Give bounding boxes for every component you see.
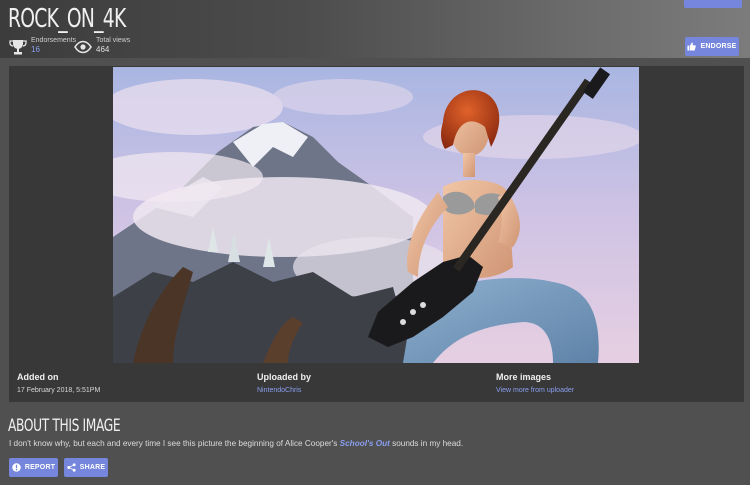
- uploaded-by-label: Uploaded by: [257, 372, 312, 382]
- eye-icon: [74, 40, 92, 54]
- views-label: Total views: [96, 37, 131, 44]
- endorse-label: ENDORSE: [700, 43, 737, 50]
- uploader-info: Uploaded by NintendoChris: [257, 372, 311, 394]
- report-button[interactable]: REPORT: [9, 458, 58, 477]
- views-stat: Total views 464: [74, 37, 130, 56]
- report-label: REPORT: [24, 464, 56, 471]
- share-label: SHARE: [79, 464, 106, 471]
- added-on-label: Added on: [17, 372, 59, 382]
- endorsements-count: 16: [31, 45, 40, 54]
- screenshot-illustration: [113, 67, 639, 363]
- share-icon: [67, 463, 76, 472]
- description-end: sounds in my head.: [389, 439, 464, 448]
- song-title: School's Out: [339, 439, 390, 448]
- added-on-date: 17 February 2018, 5:51PM: [17, 387, 101, 394]
- about-heading: ABOUT THIS IMAGE: [8, 416, 121, 436]
- more-images-label: More images: [496, 372, 552, 382]
- thumbs-up-icon: [687, 42, 697, 51]
- main-image[interactable]: [113, 67, 639, 363]
- views-count: 464: [96, 45, 110, 54]
- page-title: ROCK_ON_4K: [8, 4, 126, 34]
- endorsements-stat: Endorsements 16: [9, 37, 76, 56]
- endorse-button[interactable]: ENDORSE: [685, 37, 739, 56]
- view-more-link[interactable]: View more from uploader: [496, 387, 574, 394]
- share-button[interactable]: SHARE: [64, 458, 108, 477]
- manage-button[interactable]: [684, 0, 742, 8]
- endorsements-label: Endorsements: [31, 37, 77, 44]
- more-images-info: More images View more from uploader: [496, 372, 574, 394]
- description-text: I don't know why, but each and every tim…: [9, 439, 340, 448]
- uploader-link[interactable]: NintendoChris: [257, 387, 311, 394]
- added-on-info: Added on 17 February 2018, 5:51PM: [17, 372, 100, 394]
- trophy-icon: [9, 40, 27, 55]
- alert-icon: [12, 463, 21, 472]
- image-description: I don't know why, but each and every tim…: [9, 439, 463, 448]
